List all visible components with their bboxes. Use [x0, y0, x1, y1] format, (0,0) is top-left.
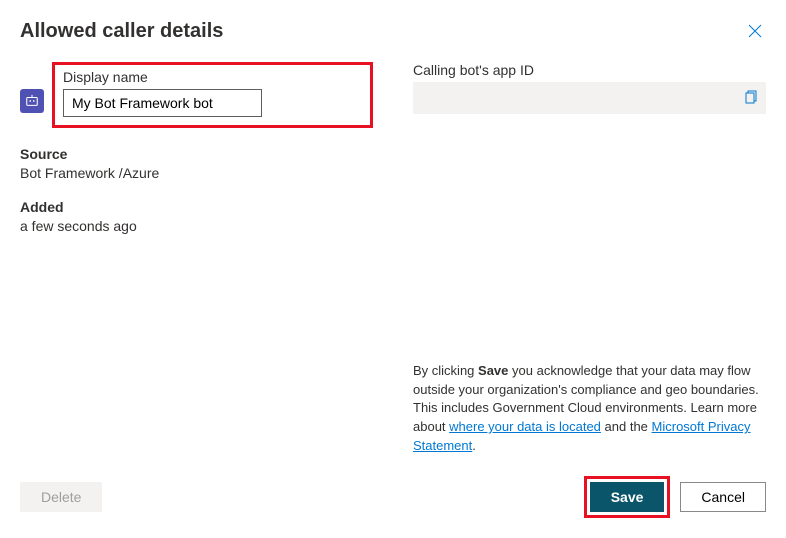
- delete-button[interactable]: Delete: [20, 482, 102, 512]
- allowed-caller-panel: Allowed caller details Display name Sour…: [0, 0, 786, 538]
- panel-title: Allowed caller details: [20, 20, 223, 43]
- right-column: Calling bot's app ID By clicking Save yo…: [413, 62, 766, 456]
- save-highlight: Save: [584, 476, 671, 518]
- disclaimer-bold: Save: [478, 363, 508, 378]
- display-name-highlight: Display name: [52, 62, 373, 128]
- added-value: a few seconds ago: [20, 218, 373, 234]
- source-value: Bot Framework /Azure: [20, 165, 373, 181]
- app-id-label: Calling bot's app ID: [413, 62, 766, 78]
- app-id-field: [413, 82, 766, 114]
- disclaimer-pre: By clicking: [413, 363, 478, 378]
- disclaimer-end: .: [472, 438, 476, 453]
- panel-body: Display name Source Bot Framework /Azure…: [20, 62, 766, 456]
- data-location-link[interactable]: where your data is located: [449, 419, 601, 434]
- panel-header: Allowed caller details: [20, 20, 766, 46]
- display-name-row: Display name: [20, 62, 373, 140]
- close-icon[interactable]: [744, 20, 766, 46]
- disclaimer-text: By clicking Save you acknowledge that yo…: [413, 342, 766, 456]
- added-label: Added: [20, 199, 373, 215]
- display-name-label: Display name: [63, 69, 362, 85]
- bot-icon: [20, 89, 44, 113]
- panel-footer: Delete Save Cancel: [20, 476, 766, 518]
- left-column: Display name Source Bot Framework /Azure…: [20, 62, 373, 456]
- save-button[interactable]: Save: [590, 482, 665, 512]
- copy-icon[interactable]: [742, 89, 758, 108]
- source-label: Source: [20, 146, 373, 162]
- disclaimer-and: and the: [601, 419, 652, 434]
- display-name-input[interactable]: [63, 89, 262, 117]
- cancel-button[interactable]: Cancel: [680, 482, 766, 512]
- footer-right: Save Cancel: [584, 476, 766, 518]
